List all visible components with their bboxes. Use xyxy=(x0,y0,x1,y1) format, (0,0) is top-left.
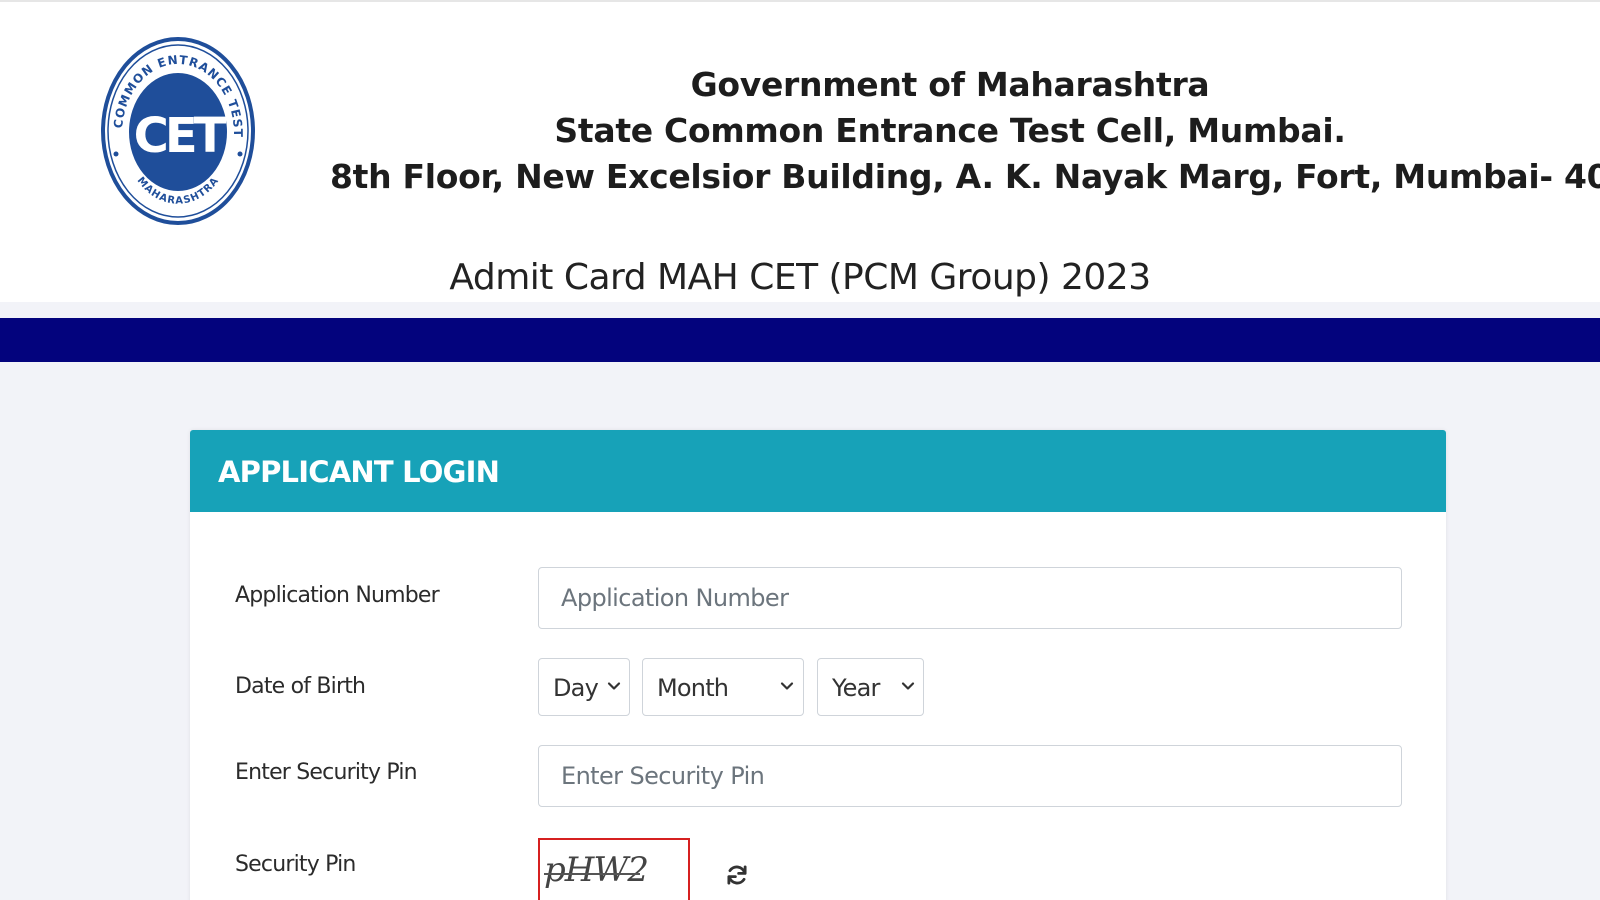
site-header: STATE COMMON ENTRANCE TEST CELL MAHARASH… xyxy=(0,0,1600,302)
security-pin-label: Security Pin xyxy=(235,852,356,877)
captcha-strike-line xyxy=(544,873,640,875)
card-header: APPLICANT LOGIN xyxy=(190,430,1446,512)
card-title: APPLICANT LOGIN xyxy=(218,455,500,489)
cet-logo: STATE COMMON ENTRANCE TEST CELL MAHARASH… xyxy=(98,34,255,225)
captcha-image: pHW2 xyxy=(538,838,690,900)
top-divider xyxy=(0,0,1600,2)
logo-center-text: CET xyxy=(134,108,227,164)
application-number-label: Application Number xyxy=(235,583,440,608)
chevron-down-icon xyxy=(607,682,621,690)
dob-day-select[interactable]: Day xyxy=(538,658,630,716)
header-color-bar xyxy=(0,318,1600,362)
security-pin-input[interactable] xyxy=(538,745,1402,807)
dob-month-value: Month xyxy=(657,674,729,702)
dob-year-select[interactable]: Year xyxy=(817,658,924,716)
header-line-government: Government of Maharashtra xyxy=(690,65,1210,104)
header-address-block: Government of Maharashtra State Common E… xyxy=(330,62,1600,200)
dob-year-value: Year xyxy=(832,674,880,702)
dob-month-select[interactable]: Month xyxy=(642,658,804,716)
application-number-input[interactable] xyxy=(538,567,1402,629)
captcha-text: pHW2 xyxy=(544,850,649,890)
page-title: Admit Card MAH CET (PCM Group) 2023 xyxy=(449,257,1151,298)
chevron-down-icon xyxy=(901,682,915,690)
chevron-down-icon xyxy=(780,682,794,690)
page: STATE COMMON ENTRANCE TEST CELL MAHARASH… xyxy=(0,0,1600,900)
dob-day-value: Day xyxy=(553,674,599,702)
header-line-cell: State Common Entrance Test Cell, Mumbai. xyxy=(554,111,1346,150)
applicant-login-card: APPLICANT LOGIN Application Number Date … xyxy=(190,430,1446,900)
enter-security-pin-label: Enter Security Pin xyxy=(235,760,418,785)
date-of-birth-label: Date of Birth xyxy=(235,674,366,699)
header-line-address: 8th Floor, New Excelsior Building, A. K.… xyxy=(330,157,1600,196)
refresh-icon[interactable] xyxy=(724,862,750,888)
